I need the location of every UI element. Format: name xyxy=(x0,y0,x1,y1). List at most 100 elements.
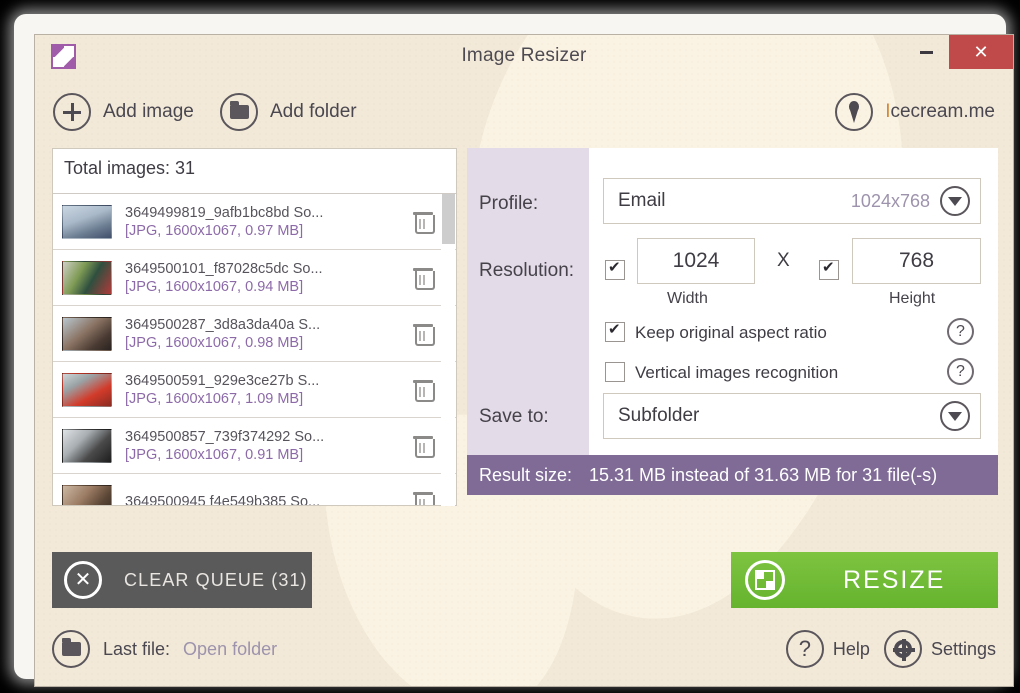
width-enabled-checkbox[interactable] xyxy=(605,258,625,280)
resize-icon xyxy=(745,560,785,600)
resolution-label: Resolution: xyxy=(479,260,575,281)
list-scrollbar-thumb[interactable] xyxy=(442,194,455,244)
help-label: Help xyxy=(832,638,870,659)
chevron-down-icon[interactable] xyxy=(940,186,970,216)
height-input[interactable]: 768 xyxy=(852,238,981,284)
add-image-button[interactable]: Add image xyxy=(53,93,194,131)
delete-icon[interactable] xyxy=(413,435,435,458)
list-item-text: 3649500287_3d8a3da40a S... [JPG, 1600x106… xyxy=(125,317,414,351)
keep-aspect-ratio-checkbox[interactable] xyxy=(605,320,625,342)
image-queue-panel: Total images: 31 3649499819_9afb1bc8bd S… xyxy=(52,148,457,506)
width-caption: Width xyxy=(667,290,708,307)
close-x-icon: ✕ xyxy=(64,561,102,599)
open-folder-link[interactable]: Open folder xyxy=(183,639,277,660)
window-title: Image Resizer xyxy=(461,45,587,66)
window-controls: ✕ xyxy=(903,35,1013,69)
list-item-text: 3649500857_739f374292 So... [JPG, 1600x10… xyxy=(125,429,414,463)
list-item[interactable]: 3649500101_f87028c5dc So... [JPG, 1600x10… xyxy=(53,249,456,305)
save-to-select[interactable]: Subfolder xyxy=(603,393,981,439)
image-file-name: 3649500101_f87028c5dc So... xyxy=(125,260,323,277)
list-item[interactable]: 3649500945 f4e549b385 So... xyxy=(53,473,456,505)
add-folder-label: Add folder xyxy=(270,101,357,122)
last-file-folder-icon[interactable] xyxy=(52,630,90,668)
list-item-text: 3649499819_9afb1bc8bd So... [JPG, 1600x10… xyxy=(125,205,414,239)
list-item[interactable]: 3649500287_3d8a3da40a S... [JPG, 1600x106… xyxy=(53,305,456,361)
image-thumbnail xyxy=(62,316,112,351)
clear-queue-button[interactable]: ✕ CLEAR QUEUE (31) xyxy=(52,552,312,608)
resize-label: RESIZE xyxy=(843,565,946,594)
close-icon: ✕ xyxy=(973,41,989,62)
width-value: 1024 xyxy=(672,249,720,272)
profile-resolution-hint: 1024x768 xyxy=(850,190,930,211)
height-enabled-checkbox[interactable] xyxy=(819,258,839,280)
image-file-meta: [JPG, 1600x1067, 0.98 MB] xyxy=(125,334,304,351)
image-file-meta: [JPG, 1600x1067, 0.94 MB] xyxy=(125,278,304,295)
image-thumbnail xyxy=(62,428,112,463)
keep-aspect-ratio-label: Keep original aspect ratio xyxy=(635,323,827,342)
list-item-text: 3649500945 f4e549b385 So... xyxy=(125,494,414,506)
image-thumbnail xyxy=(62,204,112,239)
image-file-name: 3649500287_3d8a3da40a S... xyxy=(125,316,321,333)
help-button[interactable]: ? Help xyxy=(785,630,870,668)
image-file-name: 3649500591_929e3ce27b S... xyxy=(125,372,320,389)
list-item[interactable]: 3649499819_9afb1bc8bd So... [JPG, 1600x10… xyxy=(53,193,456,249)
delete-icon[interactable] xyxy=(413,211,435,234)
clear-queue-label: CLEAR QUEUE (31) xyxy=(124,569,308,590)
help-icon-aspect-ratio[interactable]: ? xyxy=(947,318,974,345)
height-caption: Height xyxy=(889,290,936,307)
plus-icon xyxy=(53,93,91,131)
icecream-brand-link[interactable]: Icecream.me xyxy=(835,93,995,131)
minimize-button[interactable] xyxy=(903,35,949,69)
profile-select[interactable]: Email 1024x768 xyxy=(603,178,981,224)
list-item[interactable]: 3649500857_739f374292 So... [JPG, 1600x10… xyxy=(53,417,456,473)
delete-icon[interactable] xyxy=(413,267,435,290)
settings-label: Settings xyxy=(930,638,996,659)
image-file-meta: [JPG, 1600x1067, 0.91 MB] xyxy=(125,446,304,463)
last-file-label: Last file: xyxy=(103,638,171,659)
total-images-label: Total images: 31 xyxy=(64,158,196,178)
list-item-text: 3649500591_929e3ce27b S... [JPG, 1600x106… xyxy=(125,373,414,407)
image-thumbnail xyxy=(62,372,112,407)
vertical-recognition-label: Vertical images recognition xyxy=(635,363,839,382)
footer-left: Last file: Open folder xyxy=(52,630,277,668)
list-item[interactable]: 3649500591_929e3ce27b S... [JPG, 1600x106… xyxy=(53,361,456,417)
folder-icon xyxy=(220,93,258,131)
chevron-down-icon-save[interactable] xyxy=(940,401,970,431)
result-size-value: 15.31 MB instead of 31.63 MB for 31 file… xyxy=(589,464,938,485)
title-bar: Image Resizer ✕ xyxy=(35,35,1013,77)
add-folder-button[interactable]: Add folder xyxy=(220,93,357,131)
settings-button[interactable]: Settings xyxy=(883,630,996,668)
question-mark-icon: ? xyxy=(785,630,824,668)
resize-button[interactable]: RESIZE xyxy=(731,552,998,608)
height-value: 768 xyxy=(898,249,935,272)
help-icon-vertical[interactable]: ? xyxy=(947,358,974,385)
image-list[interactable]: 3649499819_9afb1bc8bd So... [JPG, 1600x10… xyxy=(53,193,456,505)
footer-right: ? Help Settings xyxy=(785,630,996,668)
width-input[interactable]: 1024 xyxy=(637,238,755,284)
image-file-meta: [JPG, 1600x1067, 1.09 MB] xyxy=(125,390,304,407)
app-root: Image Resizer ✕ Add image Add folder Ice… xyxy=(0,0,1020,693)
delete-icon[interactable] xyxy=(413,379,435,402)
save-to-value: Subfolder xyxy=(618,405,700,426)
window-frame: Image Resizer ✕ Add image Add folder Ice… xyxy=(14,14,1014,687)
profile-label: Profile: xyxy=(479,193,539,214)
image-thumbnail xyxy=(62,260,112,295)
dimension-separator: X xyxy=(777,250,790,271)
window-inner: Image Resizer ✕ Add image Add folder Ice… xyxy=(34,34,1014,687)
image-file-name: 3649500945 f4e549b385 So... xyxy=(125,493,321,506)
add-image-label: Add image xyxy=(103,101,194,122)
close-button[interactable]: ✕ xyxy=(949,35,1013,69)
vertical-recognition-checkbox[interactable] xyxy=(605,362,625,382)
delete-icon[interactable] xyxy=(413,323,435,346)
save-to-label: Save to: xyxy=(479,406,549,427)
list-scrollbar[interactable] xyxy=(441,194,455,506)
delete-icon[interactable] xyxy=(413,491,435,505)
ice-cream-cone-icon xyxy=(835,93,874,131)
result-size-label: Result size: xyxy=(479,464,573,485)
toolbar: Add image Add folder Icecream.me xyxy=(35,77,1013,149)
list-item-text: 3649500101_f87028c5dc So... [JPG, 1600x10… xyxy=(125,261,414,295)
image-file-name: 3649500857_739f374292 So... xyxy=(125,428,325,445)
gear-icon xyxy=(883,630,922,668)
settings-panel: Profile: Email 1024x768 Resolution: 1024… xyxy=(467,148,998,506)
result-size-bar: Result size: 15.31 MB instead of 31.63 M… xyxy=(467,455,998,495)
